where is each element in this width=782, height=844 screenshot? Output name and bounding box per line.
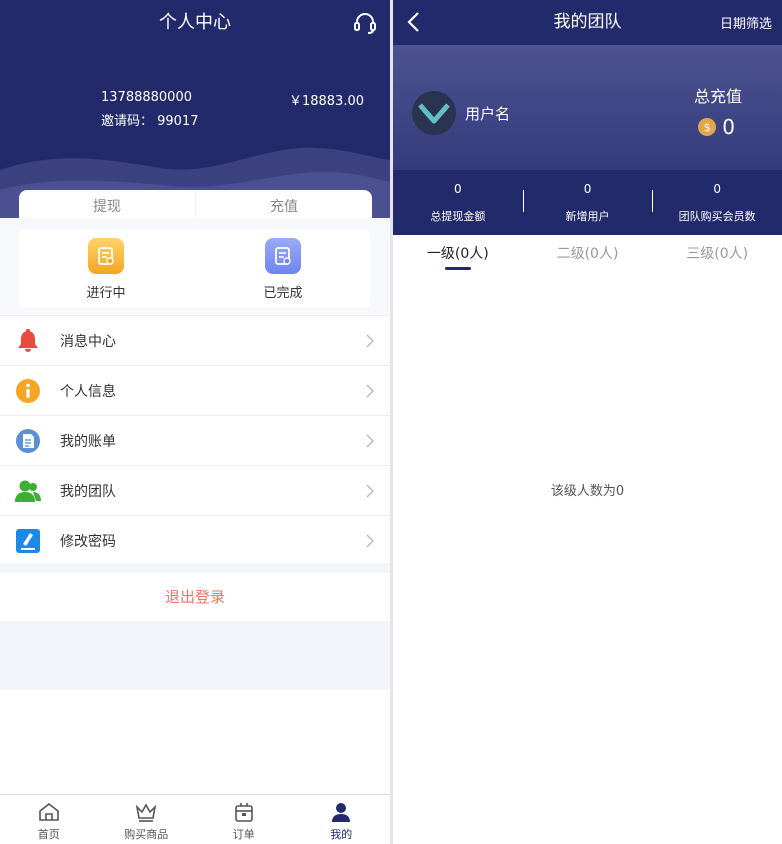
chevron-right-icon: [366, 334, 374, 348]
username: 用户名: [465, 105, 511, 123]
stat-label: 团队购买会员数: [678, 210, 756, 223]
chevron-right-icon: [366, 534, 374, 548]
menu-label: 我的账单: [60, 433, 116, 450]
stat-label: 总提现金额: [430, 210, 486, 223]
team-header: 我的团队 日期筛选: [393, 0, 782, 45]
stat-label: 新增用户: [565, 210, 610, 223]
nav-label: 首页: [37, 828, 60, 841]
status-in-progress[interactable]: 进行中: [66, 238, 146, 301]
status-label: 进行中: [86, 286, 126, 301]
menu-item-messages[interactable]: 消息中心: [0, 315, 390, 365]
menu-item-bills[interactable]: 我的账单: [0, 415, 390, 465]
menu-item-team[interactable]: 我的团队: [0, 465, 390, 515]
order-status-card: 进行中 已完成: [19, 230, 370, 307]
date-filter-button[interactable]: 日期筛选: [720, 13, 772, 32]
chevron-right-icon: [366, 434, 374, 448]
personal-center-screen: 个人中心 13788880000 邀请码： 99017 ￥18883.00 提现…: [0, 0, 390, 844]
menu-label: 个人信息: [60, 383, 116, 400]
menu-label: 我的团队: [60, 483, 116, 500]
team-icon: [14, 477, 42, 505]
order-status-area: 进行中 已完成: [0, 218, 390, 314]
stat-value: 0: [713, 182, 721, 196]
tab-level-1[interactable]: 一级(0人): [393, 235, 523, 275]
home-icon: [0, 801, 98, 823]
total-recharge-value: $ 0: [698, 115, 735, 139]
empty-state-text: 该级人数为0: [550, 484, 625, 499]
phone-number: 13788880000: [101, 90, 192, 105]
user-icon: [293, 801, 391, 823]
bag-icon: [195, 801, 293, 823]
nav-label: 我的: [330, 828, 353, 841]
menu-label: 修改密码: [60, 533, 116, 550]
nav-orders[interactable]: 订单: [195, 795, 293, 844]
team-profile-banner: 用户名 总充值 $ 0: [393, 45, 782, 170]
my-team-screen: 我的团队 日期筛选 用户名 总充值 $ 0 0 总提现金额 0 新增用户 0 团…: [393, 0, 782, 844]
nav-label: 购买商品: [124, 828, 169, 841]
invite-code: 邀请码： 99017: [101, 114, 199, 129]
avatar: [412, 91, 456, 135]
level-tabs: 一级(0人) 二级(0人) 三级(0人): [393, 235, 782, 275]
menu-list: 消息中心 个人信息 我的账单 我的团队 修改密码: [0, 315, 390, 565]
page-title: 个人中心: [159, 12, 231, 33]
team-stats: 0 总提现金额 0 新增用户 0 团队购买会员数: [393, 170, 782, 235]
chevron-right-icon: [366, 384, 374, 398]
info-icon: [14, 377, 42, 405]
tab-level-3[interactable]: 三级(0人): [652, 235, 782, 275]
spacer: [0, 621, 390, 690]
total-recharge-amount: 0: [722, 115, 735, 139]
chevron-right-icon: [366, 484, 374, 498]
bill-icon: [14, 427, 42, 455]
spacer: [0, 563, 390, 573]
status-completed[interactable]: 已完成: [243, 238, 323, 301]
nav-label: 订单: [232, 828, 255, 841]
nav-mine[interactable]: 我的: [293, 795, 391, 844]
bottom-nav: 首页 购买商品 订单 我的: [0, 794, 390, 844]
status-label: 已完成: [263, 286, 303, 301]
nav-home[interactable]: 首页: [0, 795, 98, 844]
menu-label: 消息中心: [60, 333, 116, 350]
clipboard-icon: [88, 238, 124, 274]
headset-icon[interactable]: [352, 10, 378, 36]
total-recharge-label: 总充值: [693, 87, 742, 106]
edit-icon: [14, 527, 42, 555]
stat-total-withdraw: 0 总提现金额: [393, 170, 523, 235]
clipboard-check-icon: [265, 238, 301, 274]
balance-amount: ￥18883.00: [288, 94, 364, 109]
logo-icon: [418, 103, 450, 124]
tab-level-2[interactable]: 二级(0人): [523, 235, 653, 275]
nav-buy[interactable]: 购买商品: [98, 795, 196, 844]
stat-new-users: 0 新增用户: [522, 170, 653, 235]
bell-icon: [14, 327, 42, 355]
stat-team-members: 0 团队购买会员数: [652, 170, 782, 235]
logout-button[interactable]: 退出登录: [0, 573, 390, 621]
menu-item-profile[interactable]: 个人信息: [0, 365, 390, 415]
crown-icon: [98, 801, 196, 823]
menu-item-change-password[interactable]: 修改密码: [0, 515, 390, 565]
profile-header: 个人中心 13788880000 邀请码： 99017 ￥18883.00: [0, 0, 390, 218]
stat-value: 0: [454, 182, 462, 196]
coin-icon: $: [698, 118, 717, 136]
stat-value: 0: [583, 182, 592, 196]
